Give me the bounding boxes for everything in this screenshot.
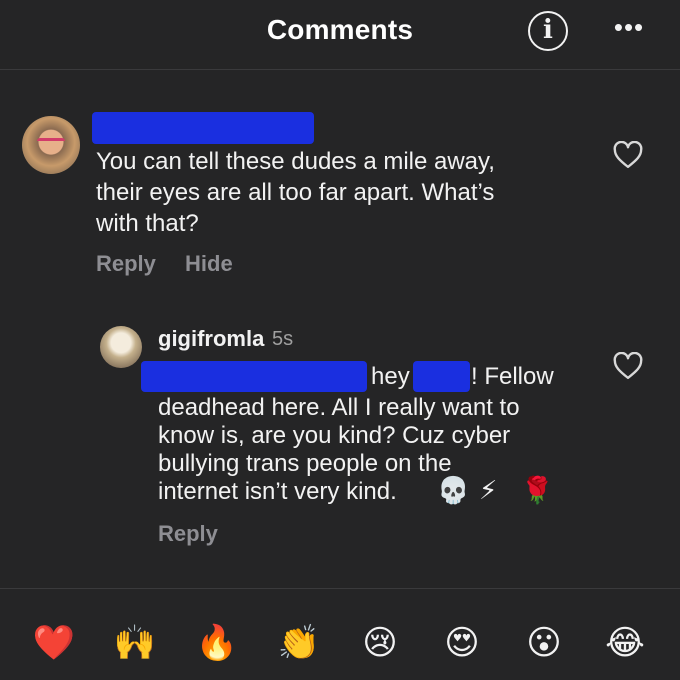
redacted-text: [141, 361, 367, 392]
skull-emoji: 💀: [437, 475, 470, 505]
more-horizontal-icon[interactable]: •••: [612, 12, 646, 42]
clapping-hands-emoji-button[interactable]: 👏: [277, 621, 321, 665]
tears-of-joy-emoji-button[interactable]: 😂: [603, 621, 647, 665]
comment-text-fragment: ! Fellow: [471, 363, 554, 390]
avatar[interactable]: [22, 116, 80, 174]
hide-button[interactable]: Hide: [185, 251, 233, 277]
comment-text-line: deadhead here. All I really want to: [158, 394, 520, 421]
comment-text-fragment: hey: [371, 363, 410, 390]
comment-timestamp: 5s: [272, 328, 294, 350]
heart-eyes-emoji-button[interactable]: 😍: [440, 621, 484, 665]
avatar-detail: [37, 138, 65, 149]
heart-outline-icon[interactable]: [613, 141, 643, 169]
comment-text-line: bullying trans people on the: [158, 450, 452, 477]
raising-hands-emoji-button[interactable]: 🙌: [113, 621, 157, 665]
comment-text-line: with that?: [96, 210, 199, 237]
redacted-mention: [413, 361, 470, 392]
rose-emoji: 🌹: [521, 475, 554, 505]
red-heart-emoji-button[interactable]: ❤️: [32, 621, 76, 665]
redacted-username: [92, 112, 314, 144]
comment-text-line: internet isn’t very kind.: [158, 478, 397, 505]
fire-emoji-button[interactable]: 🔥: [195, 621, 239, 665]
reply-button[interactable]: Reply: [96, 251, 156, 277]
avatar[interactable]: [100, 326, 142, 368]
reply-button[interactable]: Reply: [158, 521, 218, 547]
comment-username[interactable]: gigifromla: [158, 326, 264, 352]
lightning-emoji: ⚡: [479, 475, 498, 505]
surprised-face-emoji-button[interactable]: 😮: [522, 621, 566, 665]
comment-text-line: You can tell these dudes a mile away,: [96, 148, 495, 175]
info-icon[interactable]: i: [528, 11, 568, 51]
comment-text-line: know is, are you kind? Cuz cyber: [158, 422, 511, 449]
page-title: Comments: [266, 14, 414, 45]
comments-header: Comments i •••: [0, 0, 680, 70]
emoji-reaction-bar: ❤️ 🙌 🔥 👏 😢 😍 😮 😂: [0, 588, 680, 680]
comment-text-line: their eyes are all too far apart. What’s: [96, 179, 495, 206]
crying-face-emoji-button[interactable]: 😢: [358, 621, 402, 665]
heart-outline-icon[interactable]: [613, 352, 643, 380]
